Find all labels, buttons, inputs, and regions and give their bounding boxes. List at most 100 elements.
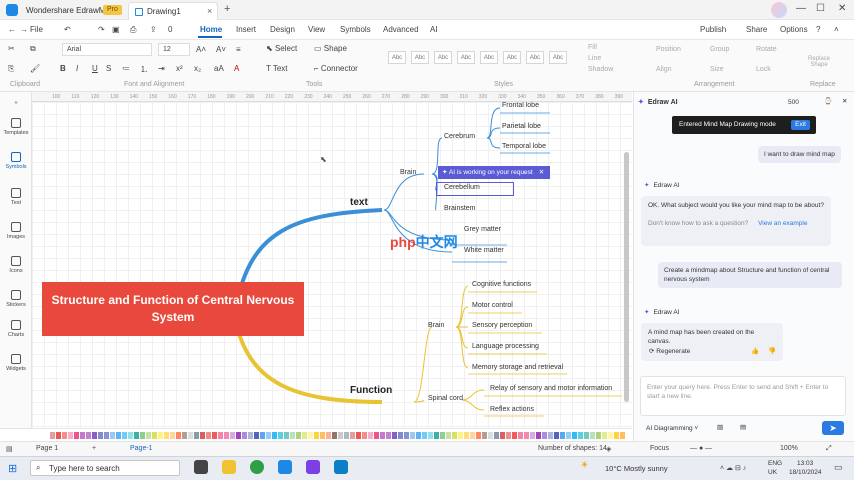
- color-swatch[interactable]: [416, 432, 421, 439]
- color-swatch[interactable]: [350, 432, 355, 439]
- file-upload-icon[interactable]: ▤: [740, 423, 746, 432]
- undo-icon[interactable]: ↶: [64, 25, 71, 34]
- color-swatch[interactable]: [224, 432, 229, 439]
- italic-button[interactable]: I: [76, 64, 78, 73]
- color-swatch[interactable]: [158, 432, 163, 439]
- forward-icon[interactable]: →: [20, 25, 28, 34]
- sidebar-item-templates[interactable]: Templates: [0, 118, 32, 136]
- align-button[interactable]: Align: [656, 66, 672, 73]
- select-tool[interactable]: ⬉ Select: [266, 44, 297, 53]
- color-swatch[interactable]: [242, 432, 247, 439]
- cognitive-functions-node[interactable]: Cognitive functions: [472, 281, 531, 288]
- cut-icon[interactable]: ✂: [8, 44, 15, 53]
- color-swatch[interactable]: [362, 432, 367, 439]
- rotate-button[interactable]: Rotate: [756, 46, 777, 53]
- thumbs-up-icon[interactable]: 👍: [751, 347, 759, 356]
- color-swatch[interactable]: [368, 432, 373, 439]
- grey-matter-node[interactable]: Grey matter: [464, 226, 501, 233]
- branch-text-node[interactable]: text: [350, 197, 368, 208]
- color-swatch[interactable]: [170, 432, 175, 439]
- style-preset-3[interactable]: Abc: [434, 51, 452, 64]
- fill-button[interactable]: Fill: [588, 44, 597, 51]
- color-palette[interactable]: [0, 428, 632, 441]
- color-swatch[interactable]: [314, 432, 319, 439]
- color-swatch[interactable]: [464, 432, 469, 439]
- color-swatch[interactable]: [470, 432, 475, 439]
- language-indicator[interactable]: ENG: [768, 460, 782, 467]
- color-swatch[interactable]: [530, 432, 535, 439]
- color-swatch[interactable]: [524, 432, 529, 439]
- chevron-up-icon[interactable]: ˄: [834, 25, 839, 34]
- color-swatch[interactable]: [194, 432, 199, 439]
- print-icon[interactable]: ⎙: [130, 25, 136, 35]
- color-swatch[interactable]: [374, 432, 379, 439]
- color-swatch[interactable]: [212, 432, 217, 439]
- color-swatch[interactable]: [92, 432, 97, 439]
- focus-button[interactable]: Focus: [650, 445, 669, 452]
- tab-insert[interactable]: Insert: [236, 25, 256, 34]
- video-editor-icon[interactable]: [306, 460, 320, 474]
- color-swatch[interactable]: [554, 432, 559, 439]
- color-swatch[interactable]: [380, 432, 385, 439]
- document-tab[interactable]: Drawing1 ×: [128, 2, 218, 20]
- tab-home[interactable]: Home: [200, 25, 222, 34]
- color-swatch[interactable]: [386, 432, 391, 439]
- save-icon[interactable]: ▣: [112, 25, 120, 34]
- view-example-link[interactable]: View an example: [758, 220, 807, 227]
- branch-function-node[interactable]: Function: [350, 385, 392, 396]
- edrawmax-icon[interactable]: [278, 460, 292, 474]
- color-swatch[interactable]: [98, 432, 103, 439]
- color-swatch[interactable]: [608, 432, 613, 439]
- brainstem-node[interactable]: Brainstem: [444, 205, 476, 212]
- color-swatch[interactable]: [572, 432, 577, 439]
- parietal-lobe-node[interactable]: Parietal lobe: [502, 123, 541, 130]
- close-panel-icon[interactable]: ✕: [842, 97, 847, 106]
- size-button[interactable]: Size: [710, 66, 724, 73]
- color-swatch[interactable]: [62, 432, 67, 439]
- sidebar-item-stickers[interactable]: Stickers: [0, 290, 32, 308]
- color-swatch[interactable]: [338, 432, 343, 439]
- color-swatch[interactable]: [344, 432, 349, 439]
- color-swatch[interactable]: [50, 432, 55, 439]
- clock-time[interactable]: 13:03: [797, 460, 813, 467]
- regenerate-button[interactable]: ⟳ Regenerate: [649, 347, 690, 356]
- windows-start-icon[interactable]: ⊞: [8, 462, 17, 475]
- brain-node[interactable]: Brain: [400, 169, 416, 176]
- weather-text[interactable]: 10°C Mostly sunny: [605, 464, 668, 473]
- exit-mode-button[interactable]: Exit: [791, 120, 810, 130]
- bold-button[interactable]: B: [60, 64, 66, 73]
- color-swatch[interactable]: [620, 432, 625, 439]
- color-swatch[interactable]: [206, 432, 211, 439]
- color-swatch[interactable]: [308, 432, 313, 439]
- color-swatch[interactable]: [164, 432, 169, 439]
- color-swatch[interactable]: [266, 432, 271, 439]
- font-family-select[interactable]: Arial: [62, 43, 152, 56]
- menu-file[interactable]: File: [30, 25, 43, 34]
- color-swatch[interactable]: [512, 432, 517, 439]
- temporal-lobe-node[interactable]: Temporal lobe: [502, 143, 546, 150]
- page-selector[interactable]: Page 1: [36, 445, 58, 452]
- color-swatch[interactable]: [452, 432, 457, 439]
- color-swatch[interactable]: [296, 432, 301, 439]
- color-swatch[interactable]: [434, 432, 439, 439]
- file-explorer-icon[interactable]: [222, 460, 236, 474]
- options-button[interactable]: Options: [780, 25, 808, 34]
- color-swatch[interactable]: [584, 432, 589, 439]
- color-swatch[interactable]: [200, 432, 205, 439]
- style-preset-2[interactable]: Abc: [411, 51, 429, 64]
- color-swatch[interactable]: [440, 432, 445, 439]
- color-swatch[interactable]: [422, 432, 427, 439]
- page-layout-icon[interactable]: ▤: [6, 445, 13, 453]
- memory-node[interactable]: Memory storage and retrieval: [472, 364, 563, 371]
- collapse-sidebar-icon[interactable]: »: [0, 100, 32, 106]
- avatar[interactable]: [771, 2, 787, 18]
- history-icon[interactable]: ⌚: [824, 97, 832, 106]
- close-ai-toolbar-icon[interactable]: ✕: [539, 169, 544, 176]
- minimize-icon[interactable]: —: [796, 3, 806, 14]
- color-swatch[interactable]: [134, 432, 139, 439]
- tab-advanced[interactable]: Advanced: [383, 25, 419, 34]
- color-swatch[interactable]: [614, 432, 619, 439]
- image-upload-icon[interactable]: ▨: [717, 423, 723, 432]
- paste-icon[interactable]: ⎘: [8, 64, 14, 74]
- style-preset-6[interactable]: Abc: [503, 51, 521, 64]
